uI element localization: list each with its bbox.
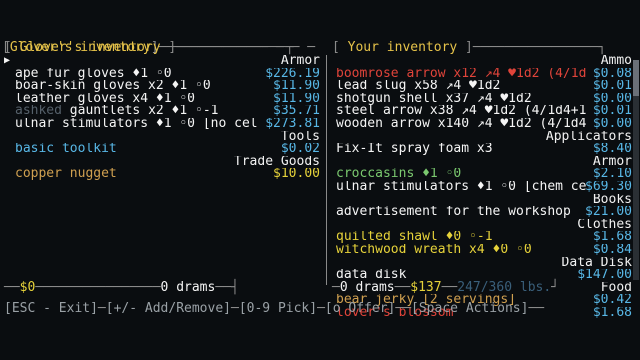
item-price: $1.68 bbox=[592, 231, 632, 244]
item-name: wooden arrow x140 ↗4 ♥1d2 (4/1d4 bbox=[336, 117, 587, 131]
left-category-tools: Tools bbox=[280, 130, 320, 144]
item-price: $11.90 bbox=[273, 80, 320, 93]
right-title-bar: [ Your inventory ]────────────────┐ bbox=[332, 40, 606, 55]
right-drams: 0 drams bbox=[339, 280, 395, 295]
item-name: quilted shawl ♦0 ◦-1 bbox=[336, 231, 493, 244]
item-price: $147.00 bbox=[577, 269, 632, 282]
selection-cursor-icon: ▶ bbox=[4, 55, 11, 66]
left-item-row[interactable]: ape fur gloves ♦1 ◦0 $226.19 bbox=[15, 68, 320, 81]
right-item-row[interactable]: Fix-It spray foam x3 $8.40 bbox=[336, 143, 632, 156]
item-price: $11.90 bbox=[273, 92, 320, 106]
item-name: gauntlets x2 ♦1 ◦-1 bbox=[69, 105, 219, 118]
right-item-row[interactable]: ulnar stimulators ♦1 ◦0 [chem ce $69.30 bbox=[336, 181, 632, 194]
item-price: $8.40 bbox=[592, 143, 632, 156]
right-item-row[interactable]: quilted shawl ♦0 ◦-1 $1.68 bbox=[336, 231, 632, 244]
item-name: croccasins ♦1 ◦0 bbox=[336, 168, 462, 181]
add-remove-button[interactable]: [+/- Add/Remove] bbox=[106, 301, 231, 316]
left-category-trade-goods: Trade Goods bbox=[233, 155, 320, 169]
left-money: $0 bbox=[19, 280, 36, 295]
left-title-bar: [ Glover's inventory ]──────────────┬ bbox=[4, 40, 294, 55]
item-price: $0.01 bbox=[592, 80, 632, 93]
left-item-row[interactable]: basic toolkit $0.02 bbox=[15, 143, 320, 156]
left-item-row[interactable]: ulnar stimulators ♦1 ◦0 [no cel $273.81 bbox=[15, 118, 320, 131]
item-name: advertisement for the workshop bbox=[336, 206, 571, 219]
item-name: Fix-It spray foam x3 bbox=[336, 143, 493, 156]
left-item-row[interactable]: leather gloves x4 ♦1 ◦0 $11.90 bbox=[15, 93, 320, 106]
item-price: $2.10 bbox=[592, 168, 632, 181]
right-category-armor: Armor bbox=[592, 155, 632, 169]
item-price: $273.81 bbox=[265, 117, 320, 131]
left-title-text: Glover's inventory bbox=[19, 40, 161, 55]
item-price: $35.71 bbox=[273, 105, 320, 118]
right-item-row[interactable]: boomrose arrow x12 ↗4 ♥1d2 (4/1d $0.08 bbox=[336, 68, 632, 81]
item-name: lead slug x58 ↗4 ♥1d2 bbox=[336, 80, 501, 93]
item-name: boar-skin gloves x2 ♦1 ◦0 bbox=[15, 80, 211, 93]
item-price: $0.02 bbox=[280, 143, 320, 156]
right-category-applicators: Applicators bbox=[545, 130, 632, 144]
right-item-row[interactable]: advertisement for the workshop $21.00 bbox=[336, 206, 632, 219]
offer-button[interactable]: [o Offer] bbox=[325, 301, 395, 316]
left-inventory-list: Armor ape fur gloves ♦1 ◦0 $226.19 boar-s… bbox=[15, 55, 320, 181]
right-category-clothes: Clothes bbox=[577, 218, 632, 232]
item-name: leather gloves x4 ♦1 ◦0 bbox=[15, 92, 196, 106]
left-item-row[interactable]: copper nugget $10.00 bbox=[15, 168, 320, 181]
right-item-row[interactable]: croccasins ♦1 ◦0 $2.10 bbox=[336, 168, 632, 181]
item-name: boomrose arrow x12 ↗4 ♥1d2 (4/1d bbox=[336, 67, 587, 81]
left-category-armor: Armor bbox=[280, 55, 320, 68]
item-name: ape fur gloves ♦1 ◦0 bbox=[15, 67, 172, 81]
right-item-row[interactable]: lead slug x58 ↗4 ♥1d2 $0.01 bbox=[336, 80, 632, 93]
item-name: ulnar stimulators ♦1 ◦0 [no cel bbox=[15, 117, 258, 131]
item-price: $0.00 bbox=[592, 92, 632, 106]
item-price: $0.42 bbox=[592, 294, 632, 307]
item-name: witchwood wreath x4 ♦0 ◦0 bbox=[336, 243, 532, 257]
exit-button[interactable]: [ESC - Exit] bbox=[4, 301, 98, 316]
item-price: $21.00 bbox=[585, 206, 632, 219]
right-item-row[interactable]: wooden arrow x140 ↗4 ♥1d2 (4/1d4 $0.00 bbox=[336, 118, 632, 131]
weight-readout: 247/360 lbs. bbox=[457, 280, 552, 295]
right-item-row[interactable]: shotgun shell x37 ↗4 ♥1d2 $0.00 bbox=[336, 93, 632, 106]
item-price: $0.84 bbox=[592, 243, 632, 257]
actions-button[interactable]: [Space Actions] bbox=[411, 301, 528, 316]
left-item-row[interactable]: ashked gauntlets x2 ♦1 ◦-1 $35.71 bbox=[15, 105, 320, 118]
item-price: $226.19 bbox=[265, 67, 320, 81]
right-money: $137 bbox=[410, 280, 442, 295]
right-category-ammo: Ammo bbox=[600, 55, 632, 68]
trade-screen: [Glover's inventory]────────────── ─ ─ ─… bbox=[0, 0, 640, 360]
panel-divider bbox=[326, 55, 333, 285]
item-price: $1.68 bbox=[592, 306, 632, 320]
item-name: basic toolkit bbox=[15, 143, 117, 156]
item-price: $10.00 bbox=[273, 168, 320, 181]
item-name: ulnar stimulators ♦1 ◦0 [chem ce bbox=[336, 180, 587, 194]
footer-bar: [ESC - Exit]─[+/- Add/Remove]─[0-9 Pick]… bbox=[4, 301, 545, 316]
right-item-row[interactable]: witchwood wreath x4 ♦0 ◦0 $0.84 bbox=[336, 244, 632, 257]
left-drams: 0 drams bbox=[160, 280, 216, 295]
right-category-data-disk: Data Disk bbox=[561, 256, 632, 270]
left-item-row[interactable]: boar-skin gloves x2 ♦1 ◦0 $11.90 bbox=[15, 80, 320, 93]
item-price: $0.08 bbox=[592, 67, 632, 81]
right-category-books: Books bbox=[592, 193, 632, 207]
right-scrollbar-thumb[interactable] bbox=[633, 60, 639, 96]
right-item-row[interactable]: steel arrow x38 ↗4 ♥1d2 (4/1d4+1 $0.01 bbox=[336, 105, 632, 118]
right-title-text: Your inventory bbox=[347, 40, 458, 55]
item-name: steel arrow x38 ↗4 ♥1d2 (4/1d4+1 bbox=[336, 105, 587, 118]
left-status-bar: ──$0────────────────0 drams──┤ bbox=[4, 280, 239, 295]
item-price: $0.01 bbox=[592, 105, 632, 118]
item-price: $69.30 bbox=[585, 180, 632, 194]
item-price: $0.00 bbox=[592, 117, 632, 131]
item-name: copper nugget bbox=[15, 168, 117, 181]
pick-button[interactable]: [0-9 Pick] bbox=[239, 301, 317, 316]
item-name: shotgun shell x37 ↗4 ♥1d2 bbox=[336, 92, 532, 106]
right-status-bar: ─0 drams──$137──247/360 lbs.┘ bbox=[332, 280, 559, 295]
